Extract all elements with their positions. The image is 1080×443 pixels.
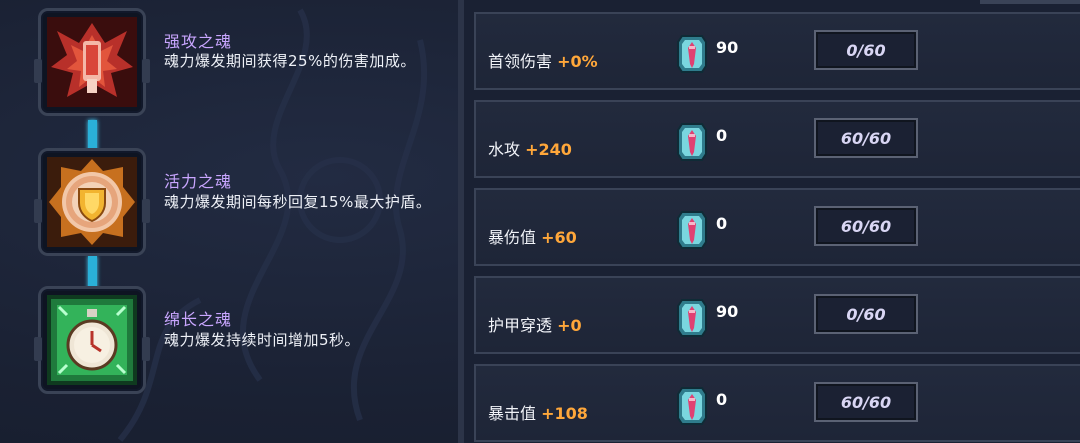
stopwatch-soul-icon [47,295,137,385]
stat-bonus: +240 [525,140,572,159]
soul-name: 绵长之魂 [164,310,233,329]
stat-label: 护甲穿透 +0 [488,316,582,335]
soul-item-vitality[interactable]: 活力之魂 魂力爆发期间每秒回复15%最大护盾。 [34,140,458,260]
stat-level-box[interactable]: 60/60 [814,118,918,158]
soul-gem-icon [677,35,707,73]
upgrade-cost: 90 [716,302,739,321]
soul-gem-icon [677,123,707,161]
stat-bonus: +60 [541,228,577,247]
soul-description: 魂力爆发持续时间增加5秒。 [164,331,361,349]
red-flame-soul-icon [47,17,137,107]
stat-label: 暴伤值 +60 [488,228,577,247]
soul-gem-icon [677,387,707,425]
soul-item-endurance[interactable]: 绵长之魂 魂力爆发持续时间增加5秒。 [34,278,458,398]
stat-upgrade-panel: 首领伤害 +0% 90 0/60 水攻 +240 0 60/60 暴伤值 +60 [458,0,1080,443]
soul-description: 魂力爆发期间每秒回复15%最大护盾。 [164,193,432,211]
stat-row-crit-rate[interactable]: 暴击值 +108 0 60/60 [474,364,1080,442]
stat-label: 首领伤害 +0% [488,52,598,71]
soul-name: 活力之魂 [164,172,233,191]
soul-icon-frame[interactable] [34,286,150,394]
stat-bonus: +108 [541,404,588,423]
soul-gem-icon [677,211,707,249]
soul-list-panel: 强攻之魂 魂力爆发期间获得25%的伤害加成。 活力之魂 魂力爆发期间每秒回复15… [0,0,458,443]
stat-bonus: +0 [557,316,582,335]
soul-upgrade-screen: 强攻之魂 魂力爆发期间获得25%的伤害加成。 活力之魂 魂力爆发期间每秒回复15… [0,0,1080,443]
stat-row-boss-damage[interactable]: 首领伤害 +0% 90 0/60 [474,12,1080,90]
shield-soul-icon [47,157,137,247]
upgrade-cost: 0 [716,390,728,409]
stat-label: 暴击值 +108 [488,404,588,423]
soul-icon-frame[interactable] [34,8,150,116]
stat-level-box[interactable]: 60/60 [814,206,918,246]
stat-label: 水攻 +240 [488,140,572,159]
soul-item-strong-attack[interactable]: 强攻之魂 魂力爆发期间获得25%的伤害加成。 [34,0,458,120]
stat-level-box[interactable]: 0/60 [814,30,918,70]
soul-name: 强攻之魂 [164,32,233,51]
soul-description: 魂力爆发期间获得25%的伤害加成。 [164,52,416,70]
soul-gem-icon [677,299,707,337]
soul-icon-frame[interactable] [34,148,150,256]
stat-row-armor-penetration[interactable]: 护甲穿透 +0 90 0/60 [474,276,1080,354]
stat-row-water-attack[interactable]: 水攻 +240 0 60/60 [474,100,1080,178]
upgrade-cost: 0 [716,214,728,233]
upgrade-cost: 90 [716,38,739,57]
stat-row-crit-damage[interactable]: 暴伤值 +60 0 60/60 [474,188,1080,266]
stat-bonus: +0% [557,52,598,71]
top-edge-bar [980,0,1080,4]
stat-level-box[interactable]: 0/60 [814,294,918,334]
stat-level-box[interactable]: 60/60 [814,382,918,422]
upgrade-cost: 0 [716,126,728,145]
